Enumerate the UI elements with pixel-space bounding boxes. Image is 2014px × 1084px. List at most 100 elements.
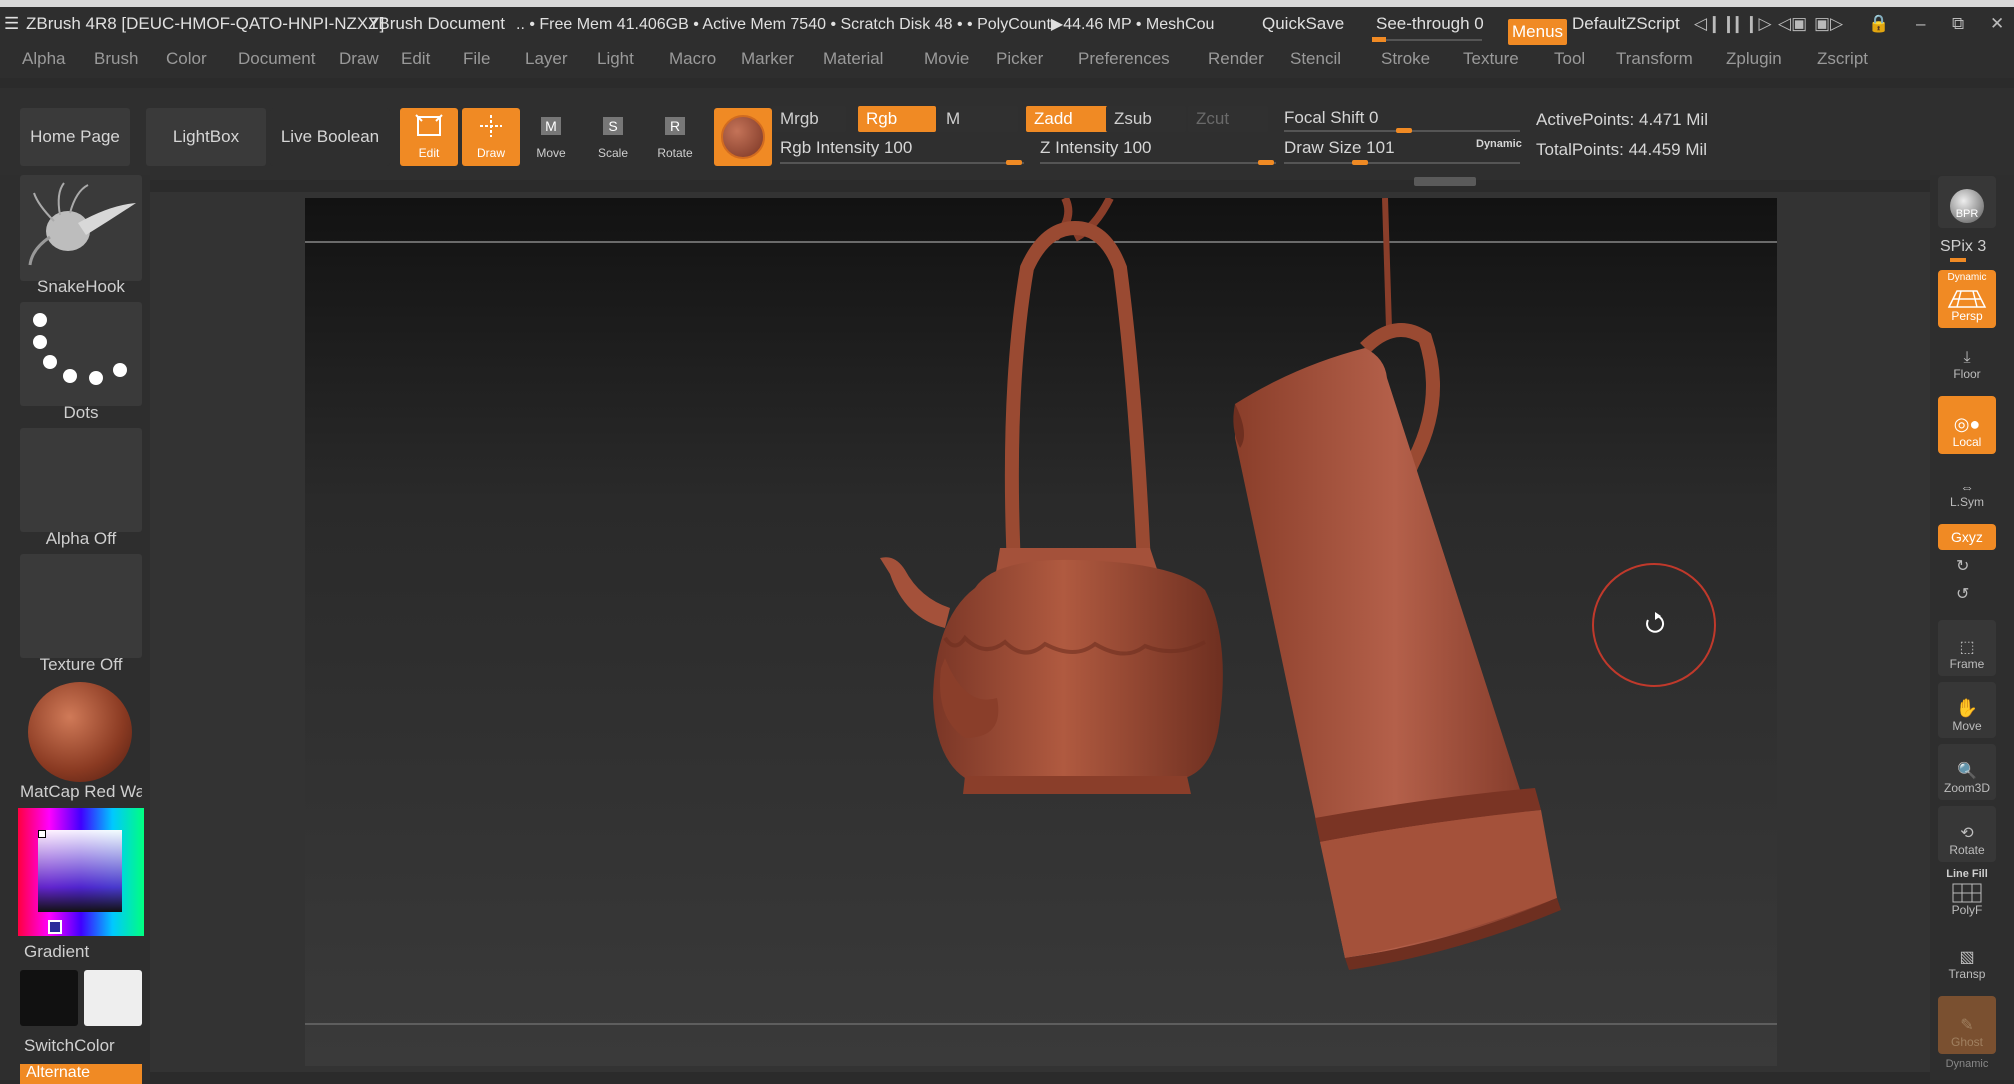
menu-transform[interactable]: Transform — [1616, 50, 1693, 68]
svg-text:R: R — [670, 118, 680, 134]
frame-button[interactable]: ⬚ Frame — [1938, 620, 1996, 676]
layout-prev-icon[interactable]: ◁▣ — [1778, 14, 1807, 34]
hue-cursor-icon[interactable] — [48, 920, 62, 934]
menu-macro[interactable]: Macro — [669, 50, 716, 68]
menu-draw[interactable]: Draw — [339, 50, 379, 68]
live-boolean-button[interactable]: Live Boolean — [270, 108, 390, 166]
menu-picker[interactable]: Picker — [996, 50, 1043, 68]
ghost-button[interactable]: ✎ Ghost — [1938, 996, 1996, 1054]
rotate-z-icon[interactable]: ↺ — [1956, 584, 1969, 604]
local-button[interactable]: ◎● Local — [1938, 396, 1996, 454]
m-button[interactable]: M — [938, 106, 1018, 132]
move-view-button[interactable]: ✋ Move — [1938, 682, 1996, 738]
color-cursor-icon[interactable] — [38, 830, 46, 838]
draw-tool-button[interactable]: Draw — [462, 108, 520, 166]
menu-layer[interactable]: Layer — [525, 50, 568, 68]
layout-next-icon[interactable]: ▣▷ — [1814, 14, 1843, 34]
restore-icon[interactable]: ⧉ — [1952, 14, 1964, 34]
menu-movie[interactable]: Movie — [924, 50, 969, 68]
menu-document[interactable]: Document — [238, 50, 315, 68]
default-zscript[interactable]: DefaultZScript — [1572, 14, 1680, 34]
dynamic-size-toggle[interactable]: Dynamic — [1476, 138, 1522, 150]
zcut-button[interactable]: Zcut — [1188, 106, 1268, 132]
tool-label: Edit — [418, 146, 440, 160]
minimize-icon[interactable]: – — [1916, 14, 1925, 34]
alpha-thumbnail[interactable] — [20, 428, 142, 532]
menu-stroke[interactable]: Stroke — [1381, 50, 1430, 68]
zadd-button[interactable]: Zadd — [1026, 106, 1108, 132]
menu-light[interactable]: Light — [597, 50, 634, 68]
rotate-icon: R — [660, 113, 690, 146]
menu-edit[interactable]: Edit — [401, 50, 430, 68]
menus-button[interactable]: Menus — [1508, 19, 1568, 45]
menu-marker[interactable]: Marker — [741, 50, 794, 68]
color-field[interactable] — [38, 830, 122, 912]
z-intensity-slider[interactable]: Z Intensity 100 — [1040, 138, 1152, 158]
persp-button[interactable]: Dynamic Persp — [1938, 270, 1996, 328]
xyz-button[interactable]: Gxyz — [1938, 524, 1996, 550]
rgb-intensity-slider[interactable]: Rgb Intensity 100 — [780, 138, 912, 158]
quicksave-button[interactable]: QuickSave — [1262, 14, 1344, 34]
menu-zplugin[interactable]: Zplugin — [1726, 50, 1782, 68]
menu-brush[interactable]: Brush — [94, 50, 138, 68]
menu-texture[interactable]: Texture — [1463, 50, 1519, 68]
menu-tool[interactable]: Tool — [1554, 50, 1585, 68]
mrgb-button[interactable]: Mrgb — [772, 106, 846, 132]
horizontal-scrollbar[interactable] — [1414, 177, 1476, 186]
rgb-button[interactable]: Rgb — [858, 106, 936, 132]
floor-button[interactable]: ⤓ Floor — [1938, 340, 1996, 386]
move-tool-button[interactable]: M Move — [522, 108, 580, 166]
draw-size-slider[interactable]: Draw Size 101 — [1284, 138, 1395, 158]
menu-alpha[interactable]: Alpha — [22, 50, 65, 68]
menu-preferences[interactable]: Preferences — [1078, 50, 1170, 68]
frame-icon: ⬚ — [1959, 639, 1975, 656]
zsub-button[interactable]: Zsub — [1106, 106, 1186, 132]
menu-color[interactable]: Color — [166, 50, 207, 68]
focal-shift-slider[interactable]: Focal Shift 0 — [1284, 108, 1379, 128]
symmetry-icon: ⇔ — [1960, 479, 1974, 495]
dynamic-label: Dynamic — [1945, 1058, 1989, 1070]
tool-label: Move — [536, 146, 566, 160]
transp-button[interactable]: ▧ Transp — [1938, 938, 1996, 986]
rotate-y-icon[interactable]: ↻ — [1956, 556, 1969, 576]
memory-stats: .. • Free Mem 41.406GB • Active Mem 7540… — [516, 16, 1215, 33]
polyf-button[interactable]: PolyF — [1938, 880, 1996, 922]
stroke-thumbnail[interactable] — [20, 302, 142, 406]
material-thumbnail[interactable] — [20, 680, 142, 784]
texture-thumbnail[interactable] — [20, 554, 142, 658]
color-picker[interactable] — [18, 808, 144, 936]
lightbox-button[interactable]: LightBox — [146, 108, 266, 166]
lock-icon[interactable]: 🔒 — [1868, 14, 1889, 34]
scale-tool-button[interactable]: S Scale — [584, 108, 642, 166]
rotate-view-button[interactable]: ⟲ Rotate — [1938, 806, 1996, 862]
rotate-tool-button[interactable]: R Rotate — [646, 108, 704, 166]
material-sphere-button[interactable] — [714, 108, 772, 166]
switchcolor-button[interactable]: SwitchColor — [24, 1036, 115, 1056]
spix-slider[interactable]: SPix 3 — [1940, 238, 1986, 256]
menu-render[interactable]: Render — [1208, 50, 1264, 68]
viewport-canvas[interactable] — [305, 198, 1777, 1066]
seethrough-slider[interactable]: See-through 0 — [1376, 14, 1484, 34]
alternate-button[interactable]: Alternate — [20, 1064, 142, 1084]
palette-right-icon[interactable]: ❙❙▷ — [1730, 14, 1772, 34]
menu-bar: Alpha Brush Color Document Draw Edit File Layer… — [0, 50, 2014, 78]
menu-zscript[interactable]: Zscript — [1817, 50, 1868, 68]
close-icon[interactable]: ✕ — [1990, 14, 2004, 34]
home-page-button[interactable]: Home Page — [20, 108, 130, 166]
edit-tool-button[interactable]: Edit — [400, 108, 458, 166]
menu-file[interactable]: File — [463, 50, 490, 68]
menu-stencil[interactable]: Stencil — [1290, 50, 1341, 68]
secondary-color-swatch[interactable] — [84, 970, 142, 1026]
main-color-swatch[interactable] — [20, 970, 78, 1026]
document-label: ZBrush Document — [368, 14, 505, 33]
scale-icon: S — [598, 113, 628, 146]
bpr-button[interactable] — [1938, 176, 1996, 228]
brush-thumbnail[interactable] — [20, 175, 142, 281]
lsym-button[interactable]: ⇔ L.Sym — [1938, 468, 1996, 514]
menu-material[interactable]: Material — [823, 50, 883, 68]
zoom3d-button[interactable]: 🔍 Zoom3D — [1938, 744, 1996, 800]
material-label: MatCap Red Wax — [20, 782, 142, 801]
gradient-label[interactable]: Gradient — [24, 942, 89, 962]
linefill-label: Line Fill — [1946, 868, 1988, 880]
zoom-icon: 🔍 — [1957, 763, 1977, 780]
